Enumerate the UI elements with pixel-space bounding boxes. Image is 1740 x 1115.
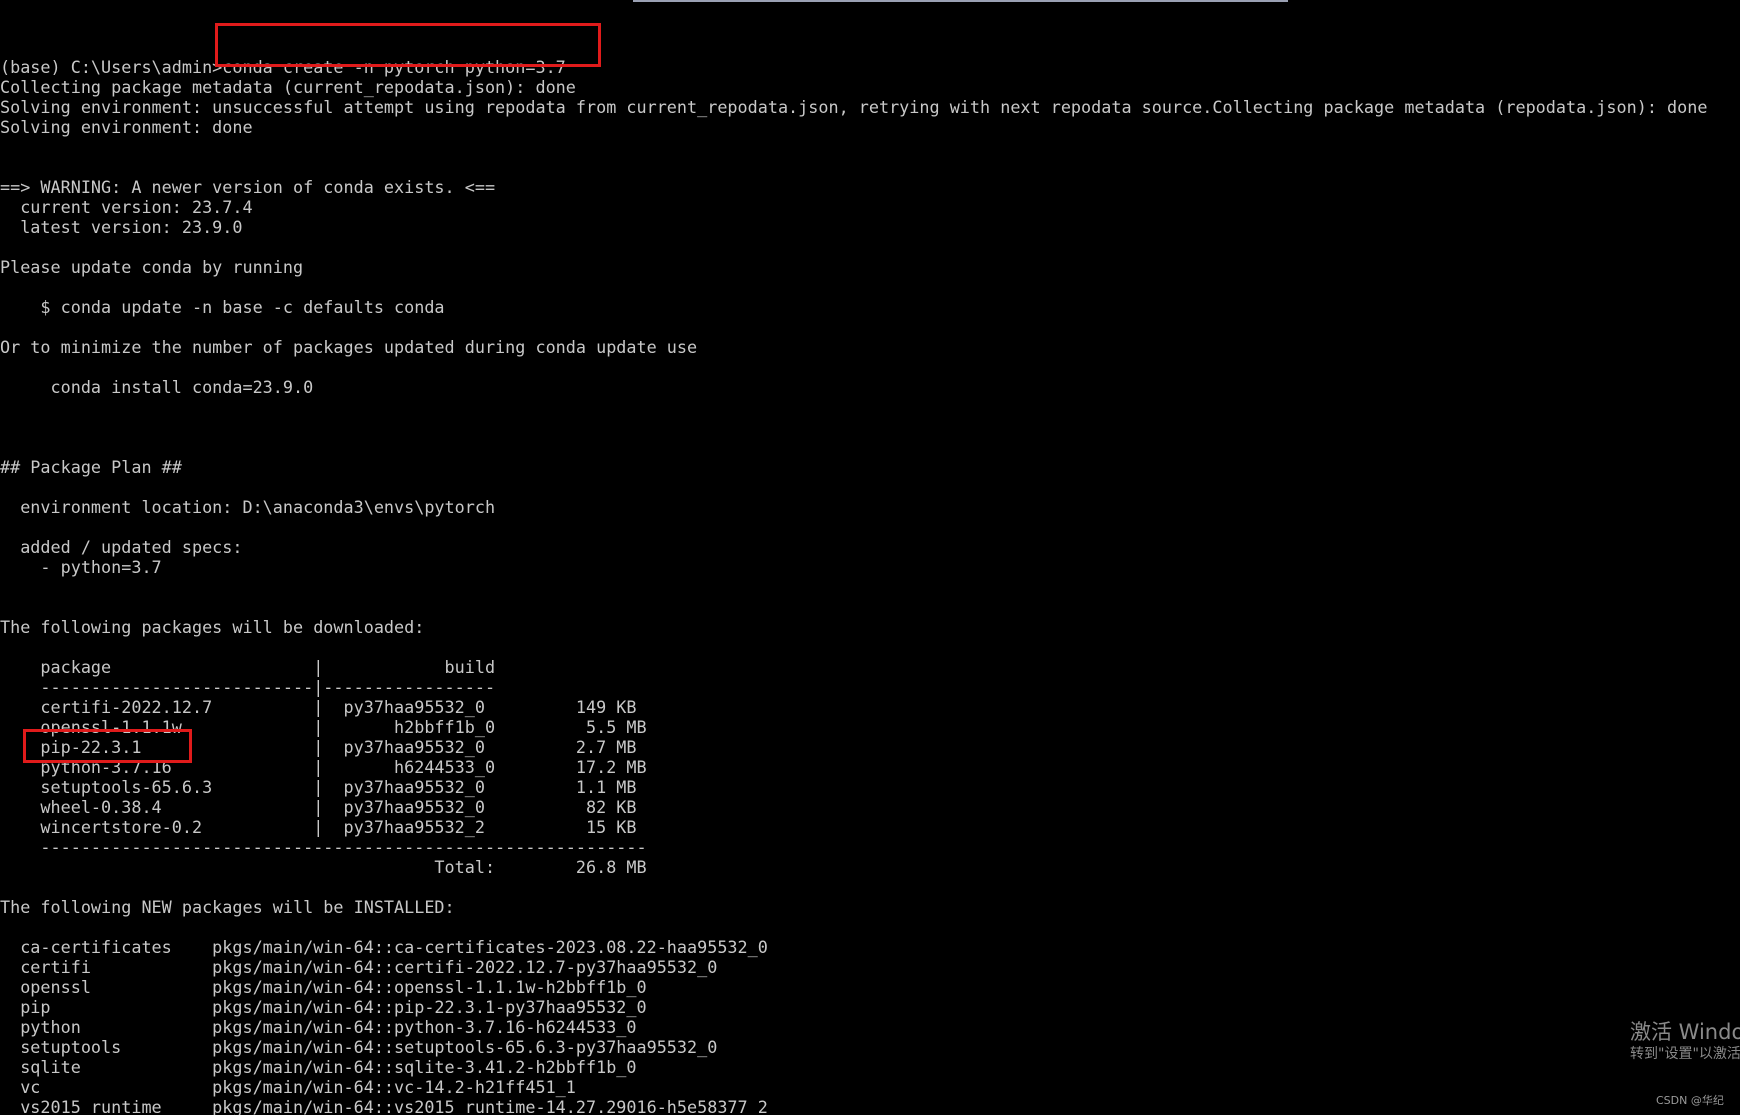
console-line: Please update conda by running xyxy=(0,257,304,277)
console-line: ## Package Plan ## xyxy=(0,457,182,477)
console-line: ---------------------------|------------… xyxy=(0,677,496,697)
console-line: The following packages will be downloade… xyxy=(0,617,425,637)
activate-windows-subtitle: 转到"设置"以激活 xyxy=(1630,1046,1740,1062)
console-line: sqlite pkgs/main/win-64::sqlite-3.41.2-h… xyxy=(0,1057,637,1077)
console-line: conda install conda=23.9.0 xyxy=(0,377,314,397)
console-line: package | build xyxy=(0,657,496,677)
console-line: vs2015_runtime pkgs/main/win-64::vs2015_… xyxy=(0,1097,768,1115)
console-line: $ conda update -n base -c defaults conda xyxy=(0,297,445,317)
console-line: vc pkgs/main/win-64::vc-14.2-h21ff451_1 xyxy=(0,1077,576,1097)
console-line: certifi pkgs/main/win-64::certifi-2022.1… xyxy=(0,957,718,977)
window-top-edge xyxy=(633,0,1288,2)
console-line: ----------------------------------------… xyxy=(0,837,647,857)
console-output: (base) C:\Users\admin>conda create -n py… xyxy=(0,37,1707,1115)
console-line: The following NEW packages will be INSTA… xyxy=(0,897,455,917)
console-line: python pkgs/main/win-64::python-3.7.16-h… xyxy=(0,1017,637,1037)
console-window[interactable]: (base) C:\Users\admin>conda create -n py… xyxy=(0,0,1740,1115)
console-line: wheel-0.38.4 | py37haa95532_0 82 KB xyxy=(0,797,637,817)
console-line: Total: 26.8 MB xyxy=(0,857,647,877)
console-line: setuptools pkgs/main/win-64::setuptools-… xyxy=(0,1037,718,1057)
console-line: ca-certificates pkgs/main/win-64::ca-cer… xyxy=(0,937,768,957)
console-line: (base) C:\Users\admin>conda create -n py… xyxy=(0,57,566,77)
console-line: certifi-2022.12.7 | py37haa95532_0 149 K… xyxy=(0,697,637,717)
console-line: added / updated specs: xyxy=(0,537,243,557)
console-line: - python=3.7 xyxy=(0,557,162,577)
console-line: python-3.7.16 | h6244533_0 17.2 MB xyxy=(0,757,647,777)
console-line: Solving environment: done xyxy=(0,117,253,137)
console-line: Collecting package metadata (current_rep… xyxy=(0,77,576,97)
console-line: environment location: D:\anaconda3\envs\… xyxy=(0,497,496,517)
console-line: wincertstore-0.2 | py37haa95532_2 15 KB xyxy=(0,817,637,837)
console-line: setuptools-65.6.3 | py37haa95532_0 1.1 M… xyxy=(0,777,637,797)
csdn-watermark: CSDN @华纪 xyxy=(1656,1094,1724,1107)
console-line: Solving environment: unsuccessful attemp… xyxy=(0,97,1708,117)
console-line: pip-22.3.1 | py37haa95532_0 2.7 MB xyxy=(0,737,637,757)
console-line: pip pkgs/main/win-64::pip-22.3.1-py37haa… xyxy=(0,997,647,1017)
console-line: ==> WARNING: A newer version of conda ex… xyxy=(0,177,496,197)
console-line: openssl pkgs/main/win-64::openssl-1.1.1w… xyxy=(0,977,647,997)
console-line: openssl-1.1.1w | h2bbff1b_0 5.5 MB xyxy=(0,717,647,737)
console-line: Or to minimize the number of packages up… xyxy=(0,337,698,357)
console-line: latest version: 23.9.0 xyxy=(0,217,243,237)
console-line: current version: 23.7.4 xyxy=(0,197,253,217)
activate-windows-title: 激活 Windo xyxy=(1630,1020,1740,1044)
